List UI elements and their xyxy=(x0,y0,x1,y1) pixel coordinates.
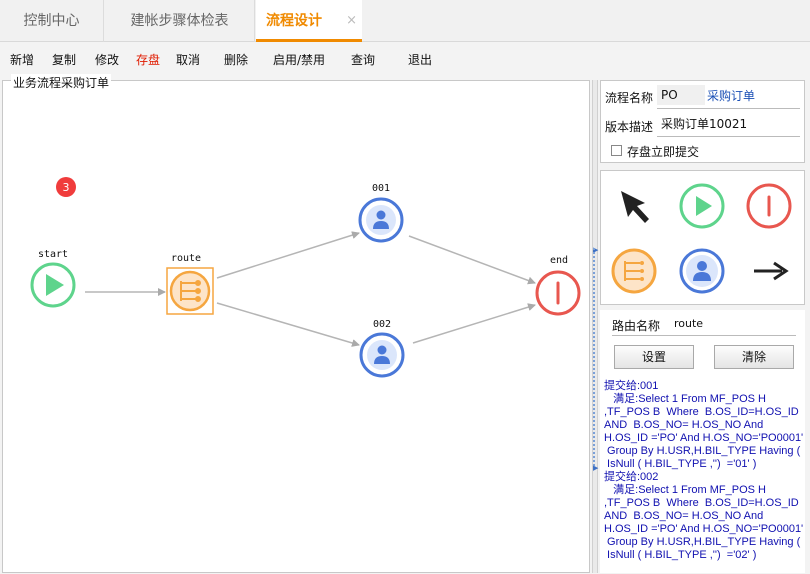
version-field[interactable]: 采购订单10021 xyxy=(657,114,800,134)
delete-button[interactable]: 删除 xyxy=(224,51,248,68)
flow-name-field[interactable]: PO xyxy=(657,85,705,105)
splitter-grip[interactable] xyxy=(593,248,597,466)
route-node-label: route xyxy=(171,253,201,264)
copy-button[interactable]: 复制 xyxy=(52,51,76,68)
save-button[interactable]: 存盘 xyxy=(136,51,160,68)
flow-name-link[interactable]: 采购订单 xyxy=(707,87,755,104)
exit-button[interactable]: 退出 xyxy=(408,51,432,68)
tab-label: 控制中心 xyxy=(23,13,80,29)
panel-splitter[interactable]: ▶ ▶ xyxy=(592,80,598,573)
flow-canvas[interactable]: 业务流程采购订单 3 start route 001 002 end xyxy=(2,74,590,573)
flow-properties: 流程名称 PO 采购订单 版本描述 采购订单10021 存盘立即提交 xyxy=(600,80,805,163)
end-node[interactable]: end xyxy=(535,255,581,316)
tab-setup-checklist[interactable]: 建帐步骤体检表 xyxy=(105,0,255,42)
set-button[interactable]: 设置 xyxy=(614,345,694,369)
tab-label: 建帐步骤体检表 xyxy=(130,13,229,29)
connector-arrow-icon[interactable] xyxy=(744,246,794,296)
end-node-label: end xyxy=(550,255,568,266)
user-node-001[interactable]: 001 xyxy=(358,183,404,243)
flow-name-label: 流程名称 xyxy=(605,91,654,105)
user-node-002[interactable]: 002 xyxy=(359,319,405,378)
badge-count: 3 xyxy=(63,181,70,194)
start-node-icon[interactable] xyxy=(677,181,727,231)
notification-badge: 3 xyxy=(56,177,76,197)
divider xyxy=(612,335,796,336)
tab-control-center[interactable]: 控制中心 xyxy=(0,0,104,42)
pointer-arrow-icon[interactable] xyxy=(609,181,659,231)
query-button[interactable]: 查询 xyxy=(351,51,375,68)
connector-route-001[interactable] xyxy=(216,231,360,279)
connector-route-002[interactable] xyxy=(216,302,360,347)
tab-flow-design[interactable]: 流程设计 × xyxy=(256,0,362,42)
tab-label: 流程设计 xyxy=(266,13,322,29)
route-node[interactable]: route xyxy=(166,253,214,315)
close-icon[interactable]: × xyxy=(346,0,357,42)
route-name-field[interactable]: route xyxy=(670,314,795,334)
divider xyxy=(657,108,800,109)
divider xyxy=(657,136,800,137)
toolbar: 新增 复制 修改 存盘 取消 删除 启用/禁用 查询 退出 xyxy=(0,46,810,72)
clear-button[interactable]: 清除 xyxy=(714,345,794,369)
connector-002-end[interactable] xyxy=(412,303,536,344)
flow-diagram: 3 start route 001 002 end xyxy=(30,177,581,378)
route-properties: 路由名称 route 设置 清除 提交给:001 满足:Select 1 Fro… xyxy=(600,310,805,573)
user-node-icon[interactable] xyxy=(677,246,727,296)
route-rule-text: 提交给:001 满足:Select 1 From MF_POS H ,TF_PO… xyxy=(604,380,804,561)
tab-bar: 控制中心 建帐步骤体检表 流程设计 × xyxy=(0,0,810,42)
submit-checkbox[interactable] xyxy=(611,145,622,156)
node-palette xyxy=(600,170,805,305)
end-node-icon[interactable] xyxy=(744,181,794,231)
connector-001-end[interactable] xyxy=(408,235,536,285)
collapse-arrow-icon[interactable]: ▶ xyxy=(593,464,598,472)
route-name-label: 路由名称 xyxy=(612,319,661,333)
edit-button[interactable]: 修改 xyxy=(95,51,119,68)
start-node-label: start xyxy=(38,249,68,260)
route-icon xyxy=(180,280,201,302)
node-002-label: 002 xyxy=(373,319,391,330)
cancel-button[interactable]: 取消 xyxy=(176,51,200,68)
new-button[interactable]: 新增 xyxy=(10,51,34,68)
submit-checkbox-label: 存盘立即提交 xyxy=(627,145,700,159)
route-node-icon[interactable] xyxy=(609,246,659,296)
version-label: 版本描述 xyxy=(605,120,654,134)
start-node[interactable]: start xyxy=(30,249,76,308)
node-001-label: 001 xyxy=(372,183,390,194)
enable-disable-button[interactable]: 启用/禁用 xyxy=(273,51,325,68)
